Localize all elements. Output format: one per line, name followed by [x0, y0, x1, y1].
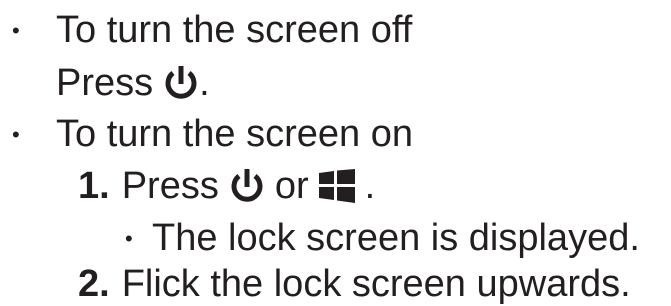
step-2-number: 2.	[78, 263, 110, 305]
windows-icon	[318, 169, 355, 203]
power-icon	[231, 169, 263, 202]
step-1-number: 1.	[78, 165, 110, 207]
step-1-press-label: Press	[121, 165, 219, 207]
sub-bullet-marker: •	[125, 226, 133, 251]
step-1-line: 1. Press or .	[78, 164, 375, 208]
bullet-marker: •	[12, 122, 20, 147]
press-label: Press	[56, 62, 154, 104]
press-suffix: .	[199, 62, 210, 104]
press-power-off-line: Press .	[56, 61, 210, 105]
heading-turn-off: To turn the screen off	[56, 8, 412, 52]
step-2-line: 2. Flick the lock screen upwards.	[78, 262, 631, 306]
bullet-marker: •	[12, 18, 20, 43]
sub-bullet-text: The lock screen is displayed.	[152, 217, 640, 259]
heading-turn-off-text: To turn the screen off	[56, 9, 413, 51]
sub-bullet-line: The lock screen is displayed.	[152, 216, 640, 260]
heading-turn-on: To turn the screen on	[56, 112, 413, 156]
step-2-text: Flick the lock screen upwards.	[121, 263, 631, 305]
step-1-or-label: or	[274, 165, 309, 207]
step-1-suffix: .	[364, 165, 376, 207]
power-icon	[165, 66, 197, 99]
heading-turn-on-text: To turn the screen on	[56, 113, 413, 155]
